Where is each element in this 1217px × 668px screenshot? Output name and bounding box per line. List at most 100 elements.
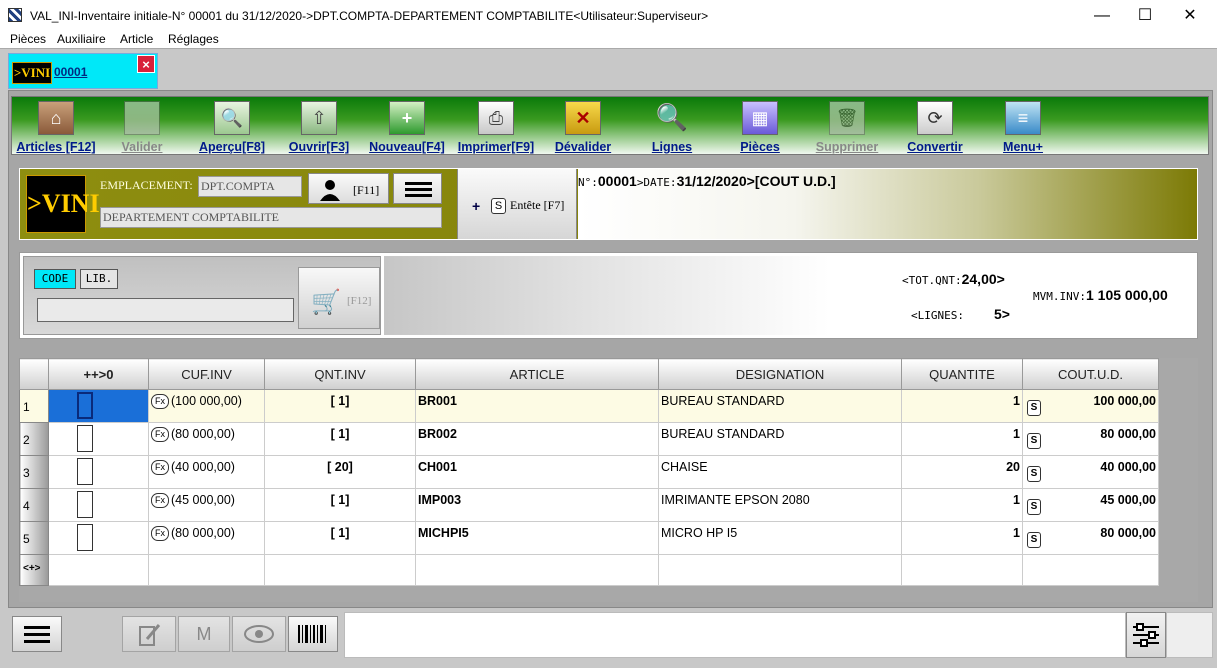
barcode-button[interactable] (288, 616, 338, 652)
devalider-button[interactable]: ✕ Dévalider (548, 98, 618, 154)
qnt-inv-cell[interactable]: [ 1] (264, 422, 416, 456)
menu-plus-button[interactable]: ≡ Menu+ (988, 98, 1058, 154)
table-row[interactable]: 5 Fx (80 000,00) [ 1] MICHPI5 MICRO HP I5… (19, 521, 1159, 555)
s-icon[interactable]: S (1027, 466, 1041, 482)
cout-ud-cell[interactable]: S 80 000,00 (1022, 521, 1159, 555)
user-button[interactable]: [F11] (308, 173, 389, 204)
table-row[interactable]: 1 Fx (100 000,00) [ 1] BR001 BUREAU STAND… (19, 389, 1159, 423)
cuf-inv-cell[interactable]: Fx (80 000,00) (148, 422, 265, 456)
row-checkbox-cell[interactable] (48, 455, 149, 489)
cuf-inv-cell[interactable]: Fx (40 000,00) (148, 455, 265, 489)
row-checkbox[interactable] (76, 491, 93, 518)
table-row[interactable]: 4 Fx (45 000,00) [ 1] IMP003 IMRIMANTE EP… (19, 488, 1159, 522)
convertir-button[interactable]: ⟳ Convertir (900, 98, 970, 154)
article-cell[interactable]: CH001 (415, 455, 659, 489)
article-cell[interactable]: BR001 (415, 389, 659, 423)
designation-cell[interactable]: BUREAU STANDARD (658, 422, 902, 456)
imprimer-button[interactable]: ⎙ Imprimer[F9] (453, 98, 539, 154)
designation-cell[interactable]: MICRO HP I5 (658, 521, 902, 555)
row-checkbox[interactable] (76, 425, 93, 452)
row-checkbox-cell[interactable] (48, 488, 149, 522)
row-checkbox[interactable] (76, 458, 93, 485)
nouveau-button[interactable]: + Nouveau[F4] (364, 98, 450, 154)
lignes-button[interactable]: 🔍 Lignes (637, 98, 707, 154)
valider-button[interactable]: Valider (107, 98, 177, 154)
column-header-cout-ud[interactable]: COUT.U.D. (1022, 358, 1159, 390)
empty-cell[interactable] (415, 554, 659, 586)
new-row[interactable]: <+> (19, 554, 1159, 586)
supprimer-button[interactable]: 🗑 Supprimer (808, 98, 886, 154)
cout-ud-cell[interactable]: S 45 000,00 (1022, 488, 1159, 522)
empty-cell[interactable] (264, 554, 416, 586)
menu-auxiliaire[interactable]: Auxiliaire (57, 32, 106, 46)
articles-button[interactable]: ⌂ Articles [F12] (12, 98, 100, 154)
row-checkbox-cell[interactable] (48, 422, 149, 456)
quantite-cell[interactable]: 1 (901, 422, 1023, 456)
article-cell[interactable]: BR002 (415, 422, 659, 456)
table-row[interactable]: 3 Fx (40 000,00) [ 20] CH001 CHAISE 20 S 4… (19, 455, 1159, 489)
cuf-inv-cell[interactable]: Fx (80 000,00) (148, 521, 265, 555)
filter-settings-button[interactable] (1126, 612, 1166, 658)
empty-cell[interactable] (901, 554, 1023, 586)
quantite-cell[interactable]: 1 (901, 521, 1023, 555)
article-cell[interactable]: IMP003 (415, 488, 659, 522)
pieces-button[interactable]: ▦ Pièces (725, 98, 795, 154)
cuf-inv-cell[interactable]: Fx (100 000,00) (148, 389, 265, 423)
quantite-cell[interactable]: 20 (901, 455, 1023, 489)
empty-cell[interactable] (48, 554, 149, 586)
cout-ud-cell[interactable]: S 80 000,00 (1022, 422, 1159, 456)
add-to-cart-button[interactable]: 🛒 [F12] (298, 267, 380, 329)
designation-cell[interactable]: BUREAU STANDARD (658, 389, 902, 423)
row-checkbox-cell[interactable] (48, 521, 149, 555)
department-field[interactable]: DEPARTEMENT COMPTABILITE (100, 207, 442, 228)
view-button[interactable] (232, 616, 286, 652)
row-checkbox[interactable] (76, 392, 93, 419)
column-header-designation[interactable]: DESIGNATION (658, 358, 902, 390)
empty-cell[interactable] (148, 554, 265, 586)
column-header-check[interactable]: ++>0 (48, 358, 149, 390)
edit-button[interactable] (122, 616, 176, 652)
close-tab-icon[interactable]: × (137, 55, 155, 73)
qnt-inv-cell[interactable]: [ 20] (264, 455, 416, 489)
row-checkbox-cell[interactable] (48, 389, 149, 423)
column-header-qnt-inv[interactable]: QNT.INV (264, 358, 416, 390)
row-number[interactable]: 5 (19, 521, 49, 555)
memo-button[interactable]: M (178, 616, 230, 652)
s-icon[interactable]: S (1027, 400, 1041, 416)
s-icon[interactable]: S (1027, 532, 1041, 548)
ouvrir-button[interactable]: ⇧ Ouvrir[F3] (284, 98, 354, 154)
maximize-button[interactable]: ☐ (1122, 0, 1168, 31)
header-menu-button[interactable] (393, 173, 442, 204)
document-tab-number[interactable]: 00001 (54, 65, 87, 79)
entete-button[interactable]: + S Entête [F7] (457, 169, 577, 239)
minimize-button[interactable]: — (1079, 0, 1125, 31)
row-number[interactable]: 2 (19, 422, 49, 456)
search-input[interactable] (37, 298, 294, 322)
s-icon[interactable]: S (1027, 499, 1041, 515)
code-toggle[interactable]: CODE (34, 269, 76, 289)
quantite-cell[interactable]: 1 (901, 488, 1023, 522)
document-tab[interactable]: >VINI 00001 × (8, 53, 158, 89)
cout-ud-cell[interactable]: S 100 000,00 (1022, 389, 1159, 423)
cout-ud-cell[interactable]: S 40 000,00 (1022, 455, 1159, 489)
row-number[interactable]: 3 (19, 455, 49, 489)
designation-cell[interactable]: IMRIMANTE EPSON 2080 (658, 488, 902, 522)
emplacement-field[interactable]: DPT.COMPTA (198, 176, 302, 197)
column-header-cuf-inv[interactable]: CUF.INV (148, 358, 265, 390)
s-icon[interactable]: S (1027, 433, 1041, 449)
menu-article[interactable]: Article (120, 32, 153, 46)
empty-cell[interactable] (1022, 554, 1159, 586)
row-number[interactable]: 1 (19, 389, 49, 423)
empty-cell[interactable] (658, 554, 902, 586)
qnt-inv-cell[interactable]: [ 1] (264, 488, 416, 522)
column-header-article[interactable]: ARTICLE (415, 358, 659, 390)
close-button[interactable]: ✕ (1167, 0, 1213, 31)
qnt-inv-cell[interactable]: [ 1] (264, 389, 416, 423)
apercu-button[interactable]: 🔍 Aperçu[F8] (192, 98, 272, 154)
quantite-cell[interactable]: 1 (901, 389, 1023, 423)
table-row[interactable]: 2 Fx (80 000,00) [ 1] BR002 BUREAU STANDA… (19, 422, 1159, 456)
designation-cell[interactable]: CHAISE (658, 455, 902, 489)
menu-pieces[interactable]: Pièces (10, 32, 46, 46)
menu-reglages[interactable]: Réglages (168, 32, 219, 46)
article-cell[interactable]: MICHPI5 (415, 521, 659, 555)
